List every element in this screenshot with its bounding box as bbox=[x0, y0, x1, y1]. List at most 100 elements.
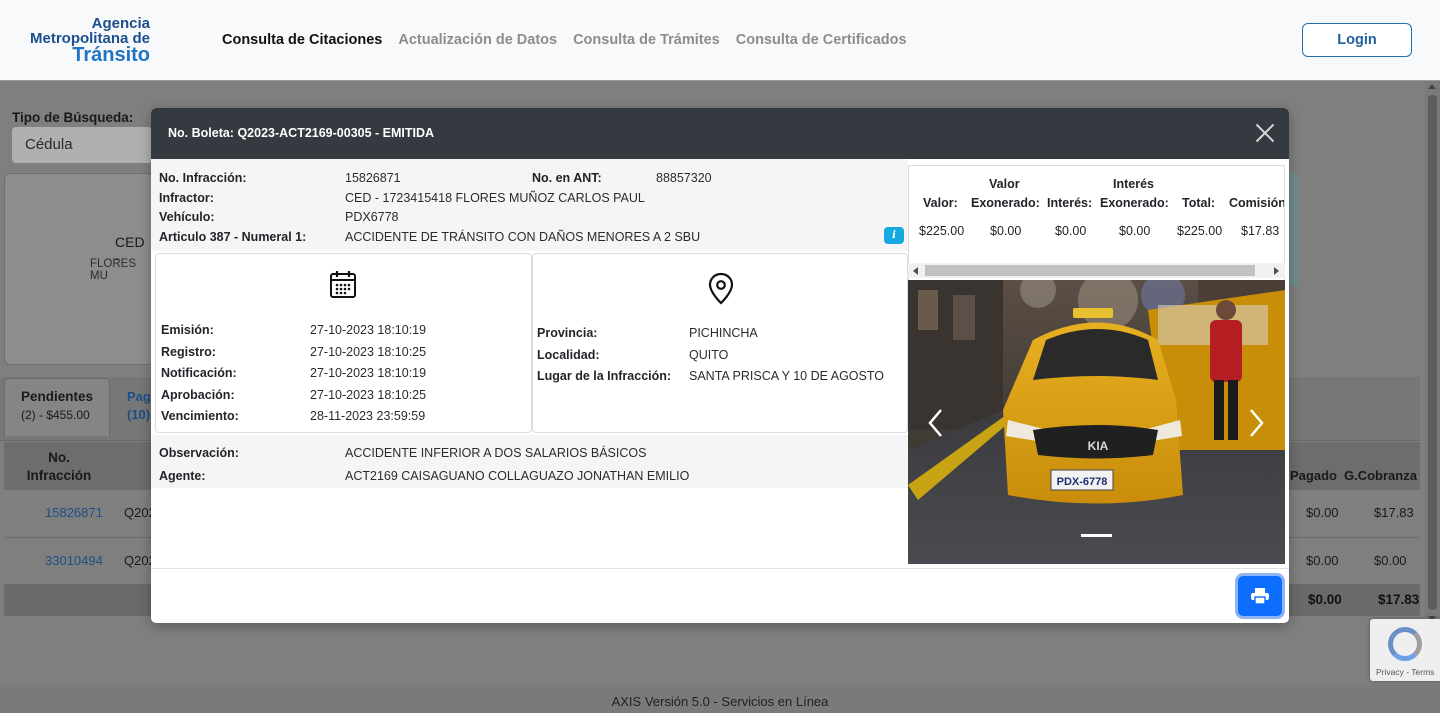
emision-value: 27-10-2023 18:10:19 bbox=[310, 323, 427, 337]
top-navbar: Agencia Metropolitana de Tránsito Consul… bbox=[0, 0, 1440, 81]
ant-value: 88857320 bbox=[656, 171, 712, 185]
aprobacion-label: Aprobación: bbox=[161, 388, 235, 402]
articulo-value: ACCIDENTE DE TRÁNSITO CON DAÑOS MENORES … bbox=[345, 230, 701, 244]
search-type-label: Tipo de Búsqueda: bbox=[12, 110, 134, 125]
notificacion-label: Notificación: bbox=[161, 366, 237, 380]
infraccion-link[interactable]: 33010494 bbox=[45, 553, 103, 568]
finance-hscrollbar[interactable] bbox=[908, 263, 1285, 278]
ant-label: No. en ANT: bbox=[532, 171, 602, 185]
carousel-prev-icon[interactable] bbox=[926, 408, 946, 438]
modal-header: No. Boleta: Q2023-ACT2169-00305 - EMITID… bbox=[151, 108, 1289, 159]
observacion-label: Observación: bbox=[159, 446, 239, 460]
gcobranza-cell: $17.83 bbox=[1374, 505, 1414, 520]
carousel-indicator[interactable] bbox=[1081, 534, 1112, 537]
tab-pagadas[interactable]: Pag (10) bbox=[127, 388, 151, 423]
registro-value: 27-10-2023 18:10:25 bbox=[310, 345, 427, 359]
nav-consulta-certificados[interactable]: Consulta de Certificados bbox=[736, 32, 907, 48]
agente-value: ACT2169 CAISAGUANO COLLAGUAZO JONATHAN E… bbox=[345, 469, 690, 483]
scroll-thumb[interactable] bbox=[1428, 95, 1437, 610]
scroll-left-icon[interactable] bbox=[913, 267, 918, 275]
recaptcha-links[interactable]: Privacy - Terms bbox=[1376, 667, 1434, 677]
vehiculo-value: PDX6778 bbox=[345, 210, 399, 224]
map-pin-icon bbox=[708, 272, 734, 305]
fin-head-interes-exon-top: Interés bbox=[1113, 177, 1154, 191]
emision-label: Emisión: bbox=[161, 323, 214, 337]
logo-line1: Agencia bbox=[91, 15, 150, 32]
observacion-value: ACCIDENTE INFERIOR A DOS SALARIOS BÁSICO… bbox=[345, 446, 647, 460]
vencimiento-label: Vencimiento: bbox=[161, 409, 239, 423]
printer-icon bbox=[1251, 588, 1269, 604]
info-icon[interactable]: i bbox=[884, 227, 904, 244]
nav-consulta-tramites[interactable]: Consulta de Trámites bbox=[573, 32, 720, 48]
carousel-next-icon[interactable] bbox=[1246, 408, 1266, 438]
tab-pendientes[interactable]: Pendientes (2) - $455.00 bbox=[4, 378, 110, 436]
agente-label: Agente: bbox=[159, 469, 206, 483]
fin-interes: $0.00 bbox=[1055, 224, 1087, 238]
pagado-cell: $0.00 bbox=[1306, 505, 1339, 520]
person-card-name: FLORES MU bbox=[90, 258, 137, 282]
taxi-brand-logo: KIA bbox=[1088, 439, 1109, 453]
fin-head-valor: Valor: bbox=[923, 196, 958, 210]
search-type-select[interactable]: Cédula bbox=[12, 127, 152, 163]
summary-panel-edge bbox=[1289, 174, 1299, 286]
modal-title: No. Boleta: Q2023-ACT2169-00305 - EMITID… bbox=[168, 126, 435, 140]
aprobacion-value: 27-10-2023 18:10:25 bbox=[310, 388, 427, 402]
fin-valor-exonerado: $0.00 bbox=[990, 224, 1022, 238]
hscroll-thumb[interactable] bbox=[925, 265, 1255, 276]
nav-consulta-citaciones[interactable]: Consulta de Citaciones bbox=[222, 32, 382, 48]
provincia-value: PICHINCHA bbox=[689, 326, 758, 340]
page-footer: AXIS Versión 5.0 - Servicios en Línea bbox=[0, 685, 1440, 713]
fin-head-interes-exon: Exonerado: bbox=[1100, 196, 1169, 210]
main-nav: Consulta de Citaciones Actualización de … bbox=[222, 32, 907, 48]
infractor-label: Infractor: bbox=[159, 191, 214, 205]
nav-actualizacion-datos[interactable]: Actualización de Datos bbox=[398, 32, 557, 48]
fin-interes-exonerado: $0.00 bbox=[1119, 224, 1151, 238]
tab-pagadas-label: Pag bbox=[127, 389, 151, 404]
provincia-label: Provincia: bbox=[537, 326, 598, 340]
print-button[interactable] bbox=[1238, 576, 1282, 616]
login-button[interactable]: Login bbox=[1302, 23, 1412, 57]
evidence-photo: KIA PDX-6778 bbox=[908, 280, 1285, 564]
amt-logo[interactable]: Agencia Metropolitana de Tránsito bbox=[28, 16, 150, 65]
fin-valor: $225.00 bbox=[919, 224, 965, 238]
vencimiento-value: 28-11-2023 23:59:59 bbox=[310, 409, 426, 423]
recaptcha-badge[interactable]: Privacy - Terms bbox=[1370, 619, 1440, 681]
fin-head-total: Total: bbox=[1182, 196, 1216, 210]
localidad-value: QUITO bbox=[689, 348, 729, 362]
fin-head-valor-exon-top: Valor bbox=[989, 177, 1020, 191]
page-scrollbar[interactable] bbox=[1425, 81, 1440, 631]
fin-comision: $17.83 bbox=[1241, 224, 1280, 238]
close-icon[interactable] bbox=[1255, 123, 1275, 143]
evidence-photo-carousel[interactable]: KIA PDX-6778 bbox=[908, 280, 1285, 564]
fin-total: $225.00 bbox=[1177, 224, 1223, 238]
lugar-label: Lugar de la Infracción: bbox=[537, 369, 672, 383]
tab-pendientes-count: (2) - $455.00 bbox=[21, 408, 90, 422]
logo-line3: Tránsito bbox=[72, 44, 150, 66]
col-gcobranza: G.Cobranza bbox=[1344, 468, 1417, 483]
infraccion-value: 15826871 bbox=[345, 171, 401, 185]
scroll-right-icon[interactable] bbox=[1274, 267, 1279, 275]
infractor-value: CED - 1723415418 FLORES MUÑOZ CARLOS PAU… bbox=[345, 191, 645, 205]
infraccion-label: No. Infracción: bbox=[159, 171, 247, 185]
tab-pagadas-count: (10) bbox=[127, 406, 151, 422]
license-plate: PDX-6778 bbox=[1057, 476, 1108, 488]
calendar-icon bbox=[330, 271, 356, 298]
lugar-value: SANTA PRISCA Y 10 DE AGOSTO bbox=[689, 369, 884, 383]
notificacion-value: 27-10-2023 18:10:19 bbox=[310, 366, 427, 380]
dates-card: Emisión: 27-10-2023 18:10:19 Registro: 2… bbox=[155, 253, 532, 433]
person-card: CED - FLORES MU bbox=[4, 173, 154, 365]
localidad-label: Localidad: bbox=[537, 348, 600, 362]
fin-head-valor-exon: Exonerado: bbox=[971, 196, 1040, 210]
articulo-label: Articulo 387 - Numeral 1: bbox=[159, 230, 307, 244]
recaptcha-icon bbox=[1388, 627, 1422, 661]
infraccion-link[interactable]: 15826871 bbox=[45, 505, 103, 520]
fin-head-comision: Comisión bbox=[1229, 196, 1285, 210]
citation-detail-modal: No. Boleta: Q2023-ACT2169-00305 - EMITID… bbox=[151, 108, 1289, 623]
pagado-cell: $0.00 bbox=[1306, 553, 1339, 568]
col-infraccion: No. Infracción bbox=[26, 450, 92, 483]
total-pagado: $0.00 bbox=[1308, 592, 1342, 607]
total-gcobranza: $17.83 bbox=[1378, 592, 1420, 607]
vehiculo-label: Vehículo: bbox=[159, 210, 215, 224]
scroll-up-icon[interactable] bbox=[1428, 84, 1436, 89]
gcobranza-cell: $0.00 bbox=[1374, 553, 1407, 568]
